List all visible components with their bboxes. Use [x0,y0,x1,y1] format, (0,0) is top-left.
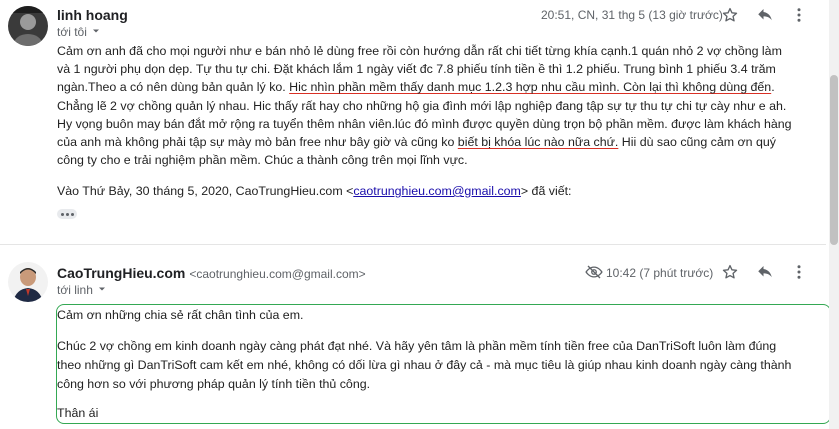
recipient-line[interactable]: tới tôi [57,25,101,39]
show-trimmed-content-button[interactable] [57,209,77,219]
reply-paragraph-2: Chúc 2 vợ chồng em kinh doanh ngày càng … [57,339,792,391]
star-icon[interactable] [720,262,740,282]
reply-signoff: Thân ái [57,406,99,420]
scrollbar-thumb[interactable] [830,75,838,245]
chevron-down-icon[interactable] [91,25,101,39]
sender-name[interactable]: CaoTrungHieu.com <caotrunghieu.com@gmail.… [57,265,366,281]
quote-email-link[interactable]: caotrunghieu.com@gmail.com [353,184,521,198]
message-time: 20:51, CN, 31 thg 5 (13 giờ trước) [541,8,723,22]
vertical-scrollbar[interactable] [829,0,839,429]
underlined-text: Hic nhìn phần mềm thấy danh mục 1.2.3 hợ… [289,80,772,95]
message-time: 10:42 (7 phút trước) [606,266,714,280]
more-vert-icon[interactable] [789,5,809,25]
snooze-icon[interactable] [584,262,604,282]
reply-icon[interactable] [755,262,775,282]
sender-name-text[interactable]: CaoTrungHieu.com [57,265,185,281]
more-vert-icon[interactable] [789,262,809,282]
sender-email: <caotrunghieu.com@gmail.com> [189,267,366,281]
recipient-line[interactable]: tới linh [57,283,107,297]
recipient-label: tới linh [57,283,93,297]
quote-suffix: > đã viết: [520,184,572,198]
chevron-down-icon[interactable] [97,283,107,297]
message-body: Cảm ơn anh đã cho mọi người như e bán nh… [57,42,793,169]
star-icon[interactable] [720,5,740,25]
sender-name[interactable]: linh hoang [57,7,128,23]
reply-icon[interactable] [755,5,775,25]
underlined-text: biết bị khóa lúc nào nữa chứ. [457,135,619,150]
reply-line-1: Cảm ơn những chia sẻ rất chân tình của e… [57,308,304,322]
sender-avatar-caotrunghieu[interactable] [8,262,48,302]
quote-prefix: Vào Thứ Bảy, 30 tháng 5, 2020, CaoTrungH… [57,184,354,198]
message-divider [0,244,826,245]
recipient-label: tới tôi [57,25,87,39]
quote-header: Vào Thứ Bảy, 30 tháng 5, 2020, CaoTrungH… [57,182,793,200]
sender-avatar-linh[interactable] [8,6,48,46]
